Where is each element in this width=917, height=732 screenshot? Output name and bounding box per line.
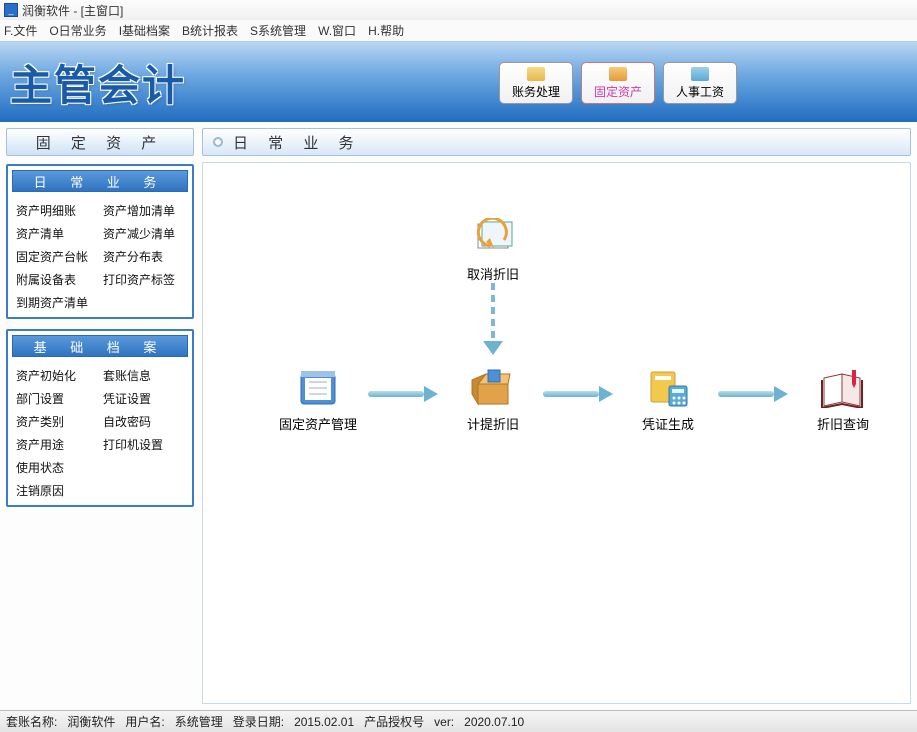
header-banner: 主管会计 账务处理 固定资产 人事工资 <box>0 42 917 122</box>
wf-node-label: 取消折旧 <box>448 264 538 283</box>
wf-node-cancel-depr[interactable]: 取消折旧 <box>448 218 538 283</box>
window-title: 润衡软件 - [主窗口] <box>22 2 123 19</box>
sidebar-link[interactable]: 资产增加清单 <box>103 202 184 219</box>
sidebar-section-header[interactable]: 日 常 业 务 <box>12 170 188 192</box>
menu-help[interactable]: H.帮助 <box>368 22 404 39</box>
menu-baseinfo[interactable]: I基础档案 <box>119 22 170 39</box>
arrow-down-icon <box>487 283 499 353</box>
sidebar-link[interactable]: 资产分布表 <box>103 248 184 265</box>
wf-node-label: 固定资产管理 <box>273 414 363 433</box>
status-login-label: 登录日期: <box>233 713 284 730</box>
sidebar-link[interactable]: 使用状态 <box>16 459 97 476</box>
sidebar-section-base: 基 础 档 案 资产初始化 套账信息 部门设置 凭证设置 资产类别 自改密码 资… <box>6 329 194 507</box>
wf-node-label: 凭证生成 <box>623 414 713 433</box>
sidebar-link[interactable]: 套账信息 <box>103 367 184 384</box>
wf-node-label: 计提折旧 <box>448 414 538 433</box>
menubar: F.文件 O日常业务 I基础档案 B统计报表 S系统管理 W.窗口 H.帮助 <box>0 20 917 42</box>
status-lic-label: 产品授权号 <box>364 713 424 730</box>
sidebar-link[interactable]: 打印资产标签 <box>103 271 184 288</box>
header-button-fixed-assets[interactable]: 固定资产 <box>581 62 655 104</box>
wf-node-depr-query[interactable]: 折旧查询 <box>798 368 888 433</box>
doc-calc-icon <box>643 368 693 408</box>
sidebar-link[interactable]: 附属设备表 <box>16 271 97 288</box>
arrow-right-icon <box>543 388 613 400</box>
sidebar-link[interactable]: 资产清单 <box>16 225 97 242</box>
sidebar-link[interactable]: 注销原因 <box>16 482 97 499</box>
wf-node-accrue-depr[interactable]: 计提折旧 <box>448 368 538 433</box>
sidebar-link[interactable]: 资产用途 <box>16 436 97 453</box>
content-title: 日 常 业 务 <box>202 128 911 156</box>
status-user-value: 系统管理 <box>175 713 223 730</box>
status-account-value: 润衡软件 <box>67 713 115 730</box>
sidebar-link[interactable]: 固定资产台帐 <box>16 248 97 265</box>
wf-node-asset-mgmt[interactable]: 固定资产管理 <box>273 368 363 433</box>
sidebar-module-title: 固 定 资 产 <box>6 128 194 156</box>
sidebar-link[interactable]: 资产减少清单 <box>103 225 184 242</box>
sidebar-link[interactable]: 到期资产清单 <box>16 294 97 311</box>
arrow-right-icon <box>368 388 438 400</box>
menu-daily[interactable]: O日常业务 <box>49 22 106 39</box>
sidebar-link[interactable]: 资产明细账 <box>16 202 97 219</box>
content-title-text: 日 常 业 务 <box>233 132 362 153</box>
menu-window[interactable]: W.窗口 <box>318 22 356 39</box>
workflow-area: 取消折旧 固定资产管理 计提折旧 <box>202 162 911 704</box>
status-ver-label: ver: <box>434 715 454 729</box>
people-icon <box>691 67 709 81</box>
app-icon: _ <box>4 3 18 17</box>
content: 日 常 业 务 取消折旧 固定资产管理 <box>200 122 917 710</box>
sidebar-section-daily: 日 常 业 务 资产明细账 资产增加清单 资产清单 资产减少清单 固定资产台帐 … <box>6 164 194 319</box>
titlebar: _ 润衡软件 - [主窗口] <box>0 0 917 20</box>
header-button-label: 人事工资 <box>676 83 724 100</box>
notebook-icon <box>293 368 343 408</box>
sidebar-links-base: 资产初始化 套账信息 部门设置 凭证设置 资产类别 自改密码 资产用途 打印机设… <box>8 361 192 499</box>
status-ver-value: 2020.07.10 <box>464 715 524 729</box>
header-buttons: 账务处理 固定资产 人事工资 <box>499 62 737 104</box>
status-user-label: 用户名: <box>125 713 164 730</box>
bullet-icon <box>213 137 223 147</box>
header-button-label: 账务处理 <box>512 83 560 100</box>
menu-sysmgmt[interactable]: S系统管理 <box>250 22 306 39</box>
status-account-label: 套账名称: <box>6 713 57 730</box>
box-icon <box>468 368 518 408</box>
sidebar-link[interactable]: 部门设置 <box>16 390 97 407</box>
menu-reports[interactable]: B统计报表 <box>182 22 238 39</box>
asset-icon <box>609 67 627 81</box>
undo-icon <box>468 218 518 258</box>
wf-node-voucher-gen[interactable]: 凭证生成 <box>623 368 713 433</box>
status-login-value: 2015.02.01 <box>294 715 354 729</box>
sidebar-link[interactable]: 凭证设置 <box>103 390 184 407</box>
sidebar-links-daily: 资产明细账 资产增加清单 资产清单 资产减少清单 固定资产台帐 资产分布表 附属… <box>8 196 192 311</box>
header-button-accounting[interactable]: 账务处理 <box>499 62 573 104</box>
header-title: 主管会计 <box>10 52 186 113</box>
statusbar: 套账名称: 润衡软件 用户名: 系统管理 登录日期: 2015.02.01 产品… <box>0 710 917 732</box>
ledger-icon <box>527 67 545 81</box>
open-book-icon <box>818 368 868 408</box>
arrow-right-icon <box>718 388 788 400</box>
sidebar-section-header[interactable]: 基 础 档 案 <box>12 335 188 357</box>
sidebar-link[interactable]: 打印机设置 <box>103 436 184 453</box>
sidebar-link[interactable]: 资产类别 <box>16 413 97 430</box>
sidebar-link[interactable]: 自改密码 <box>103 413 184 430</box>
main: 固 定 资 产 日 常 业 务 资产明细账 资产增加清单 资产清单 资产减少清单… <box>0 122 917 710</box>
sidebar-link[interactable]: 资产初始化 <box>16 367 97 384</box>
header-button-hr-payroll[interactable]: 人事工资 <box>663 62 737 104</box>
wf-node-label: 折旧查询 <box>798 414 888 433</box>
header-button-label: 固定资产 <box>594 83 642 100</box>
menu-file[interactable]: F.文件 <box>4 22 37 39</box>
sidebar: 固 定 资 产 日 常 业 务 资产明细账 资产增加清单 资产清单 资产减少清单… <box>0 122 200 710</box>
